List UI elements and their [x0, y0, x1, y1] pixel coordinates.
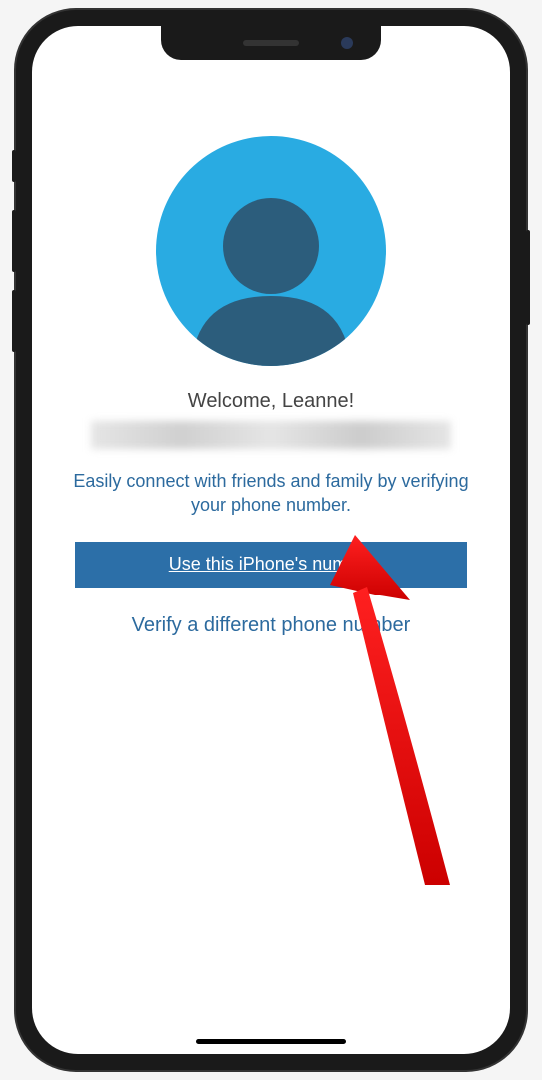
- verify-different-number-link[interactable]: Verify a different phone number: [132, 614, 411, 637]
- speaker: [243, 40, 299, 46]
- volume-up-button: [12, 210, 16, 272]
- welcome-greeting: Welcome, Leanne!: [188, 390, 354, 413]
- side-button: [526, 230, 530, 325]
- use-this-iphone-number-button[interactable]: Use this iPhone's number: [75, 542, 467, 588]
- front-camera: [341, 37, 353, 49]
- volume-down-button: [12, 290, 16, 352]
- screen: Welcome, Leanne! Easily connect with fri…: [32, 26, 510, 1054]
- home-indicator[interactable]: [196, 1039, 346, 1044]
- onboarding-content: Welcome, Leanne! Easily connect with fri…: [32, 26, 510, 1054]
- mute-switch: [12, 150, 16, 182]
- avatar-placeholder-icon: [156, 136, 386, 366]
- notch: [161, 26, 381, 60]
- redacted-info: [91, 421, 451, 449]
- iphone-frame: Welcome, Leanne! Easily connect with fri…: [16, 10, 526, 1070]
- verify-description: Easily connect with friends and family b…: [32, 469, 510, 518]
